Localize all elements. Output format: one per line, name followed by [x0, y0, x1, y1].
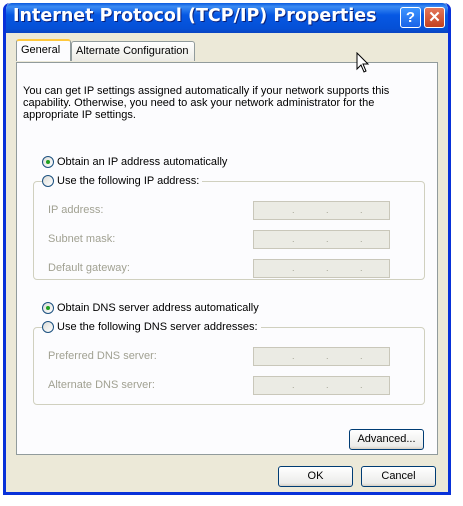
- close-button[interactable]: ✕: [424, 7, 445, 28]
- advanced-button[interactable]: Advanced...: [349, 429, 424, 450]
- alternate-dns-input[interactable]: ...: [253, 376, 390, 395]
- radio-unselected-icon: [42, 321, 54, 333]
- default-gateway-input[interactable]: ...: [253, 259, 390, 278]
- preferred-dns-input[interactable]: ...: [253, 347, 390, 366]
- radio-unselected-icon: [42, 175, 54, 187]
- help-button[interactable]: ?: [400, 7, 421, 28]
- ip-address-input[interactable]: ...: [253, 201, 390, 220]
- use-following-dns-radio[interactable]: Use the following DNS server addresses:: [42, 321, 261, 333]
- radio-selected-icon: [42, 302, 54, 314]
- default-gateway-label: Default gateway:: [48, 262, 130, 274]
- general-tab-panel: You can get IP settings assigned automat…: [16, 62, 438, 455]
- alternate-dns-label: Alternate DNS server:: [48, 379, 155, 391]
- ip-address-label: IP address:: [48, 204, 104, 216]
- description-text: You can get IP settings assigned automat…: [23, 85, 390, 121]
- title-bar[interactable]: Internet Protocol (TCP/IP) Properties ? …: [6, 3, 448, 33]
- use-following-ip-radio[interactable]: Use the following IP address:: [42, 175, 203, 187]
- ok-button[interactable]: OK: [278, 466, 353, 487]
- obtain-dns-auto-label: Obtain DNS server address automatically: [57, 302, 259, 314]
- use-following-ip-label: Use the following IP address:: [57, 175, 200, 187]
- obtain-ip-auto-label: Obtain an IP address automatically: [57, 156, 228, 168]
- tab-general[interactable]: General: [16, 39, 71, 61]
- radio-selected-icon: [42, 156, 54, 168]
- subnet-mask-label: Subnet mask:: [48, 233, 116, 245]
- tab-alternate-configuration[interactable]: Alternate Configuration: [71, 41, 195, 61]
- use-following-dns-label: Use the following DNS server addresses:: [57, 321, 258, 333]
- cancel-button[interactable]: Cancel: [361, 466, 436, 487]
- properties-dialog: Internet Protocol (TCP/IP) Properties ? …: [3, 3, 451, 495]
- subnet-mask-input[interactable]: ...: [253, 230, 390, 249]
- window-title: Internet Protocol (TCP/IP) Properties: [13, 6, 377, 26]
- obtain-dns-auto-radio[interactable]: Obtain DNS server address automatically: [42, 302, 259, 314]
- preferred-dns-label: Preferred DNS server:: [48, 350, 157, 362]
- mouse-cursor-icon: [356, 52, 370, 73]
- obtain-ip-auto-radio[interactable]: Obtain an IP address automatically: [42, 156, 227, 168]
